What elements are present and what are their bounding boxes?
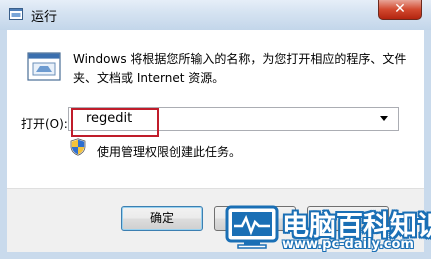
window-title: 运行 — [31, 10, 58, 25]
ok-button[interactable]: 确定 — [121, 206, 203, 231]
title-bar[interactable]: 运行 ✕ — [0, 0, 431, 30]
highlight-box — [71, 108, 159, 137]
close-icon: ✕ — [394, 1, 406, 17]
run-icon — [27, 52, 61, 81]
monitor-logo-icon — [225, 205, 279, 249]
description-text: Windows 将根据您所输入的名称，为您打开相应的程序、文件夹、文档或 Int… — [73, 52, 407, 85]
dialog-content: Windows 将根据您所输入的名称，为您打开相应的程序、文件夹、文档或 Int… — [7, 30, 424, 188]
watermark: 电脑百科知识 www.pc-daily.com — [218, 190, 431, 259]
close-button[interactable]: ✕ — [378, 0, 422, 20]
watermark-url: www.pc-daily.com — [282, 237, 414, 252]
run-icon — [9, 8, 23, 20]
admin-note: 使用管理权限创建此任务。 — [97, 145, 242, 159]
chevron-down-icon[interactable] — [380, 116, 388, 121]
uac-shield-icon — [70, 138, 86, 156]
open-label: 打开(O): — [21, 117, 68, 131]
